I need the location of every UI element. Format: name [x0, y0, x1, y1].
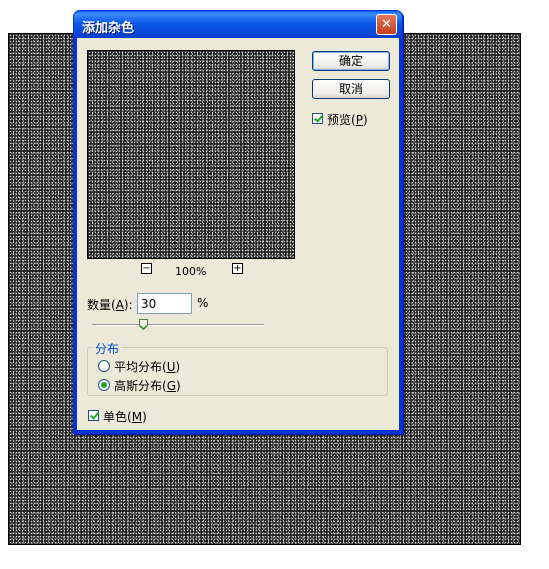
amount-slider-track[interactable] — [92, 324, 264, 326]
title-bar[interactable]: 添加杂色 ✕ — [74, 11, 402, 38]
radio-uniform[interactable] — [98, 360, 110, 372]
close-icon: ✕ — [381, 17, 392, 32]
preview-image[interactable] — [87, 50, 295, 259]
radio-uniform-label: 平均分布(U) — [114, 360, 181, 374]
dialog-body: 确定 取消 预览(P) − 100% + 数量(A): % 分布 平均分布(U)… — [77, 38, 399, 430]
zoom-out-button[interactable]: − — [141, 263, 152, 274]
radio-gaussian[interactable] — [98, 379, 110, 391]
amount-unit: % — [197, 296, 209, 310]
add-noise-dialog: 添加杂色 ✕ 确定 取消 预览(P) − 100% + 数量(A): % 分布 … — [73, 10, 403, 434]
close-button[interactable]: ✕ — [376, 14, 397, 35]
zoom-in-button[interactable]: + — [232, 263, 243, 274]
cancel-button[interactable]: 取消 — [312, 79, 390, 99]
amount-label: 数量(A): — [87, 298, 133, 312]
amount-input[interactable] — [137, 293, 192, 314]
distribution-group-title: 分布 — [93, 340, 122, 357]
monochromatic-checkbox[interactable] — [88, 410, 99, 421]
zoom-out-icon: − — [142, 263, 151, 274]
preview-checkbox[interactable] — [312, 113, 323, 124]
slider-thumb-icon[interactable] — [139, 319, 148, 330]
radio-gaussian-label: 高斯分布(G) — [114, 379, 181, 393]
dialog-title: 添加杂色 — [82, 21, 135, 36]
preview-label: 预览(P) — [327, 113, 368, 127]
zoom-level: 100% — [175, 265, 207, 278]
ok-button[interactable]: 确定 — [312, 51, 390, 71]
zoom-in-icon: + — [233, 263, 242, 274]
monochromatic-label: 单色(M) — [103, 410, 147, 424]
